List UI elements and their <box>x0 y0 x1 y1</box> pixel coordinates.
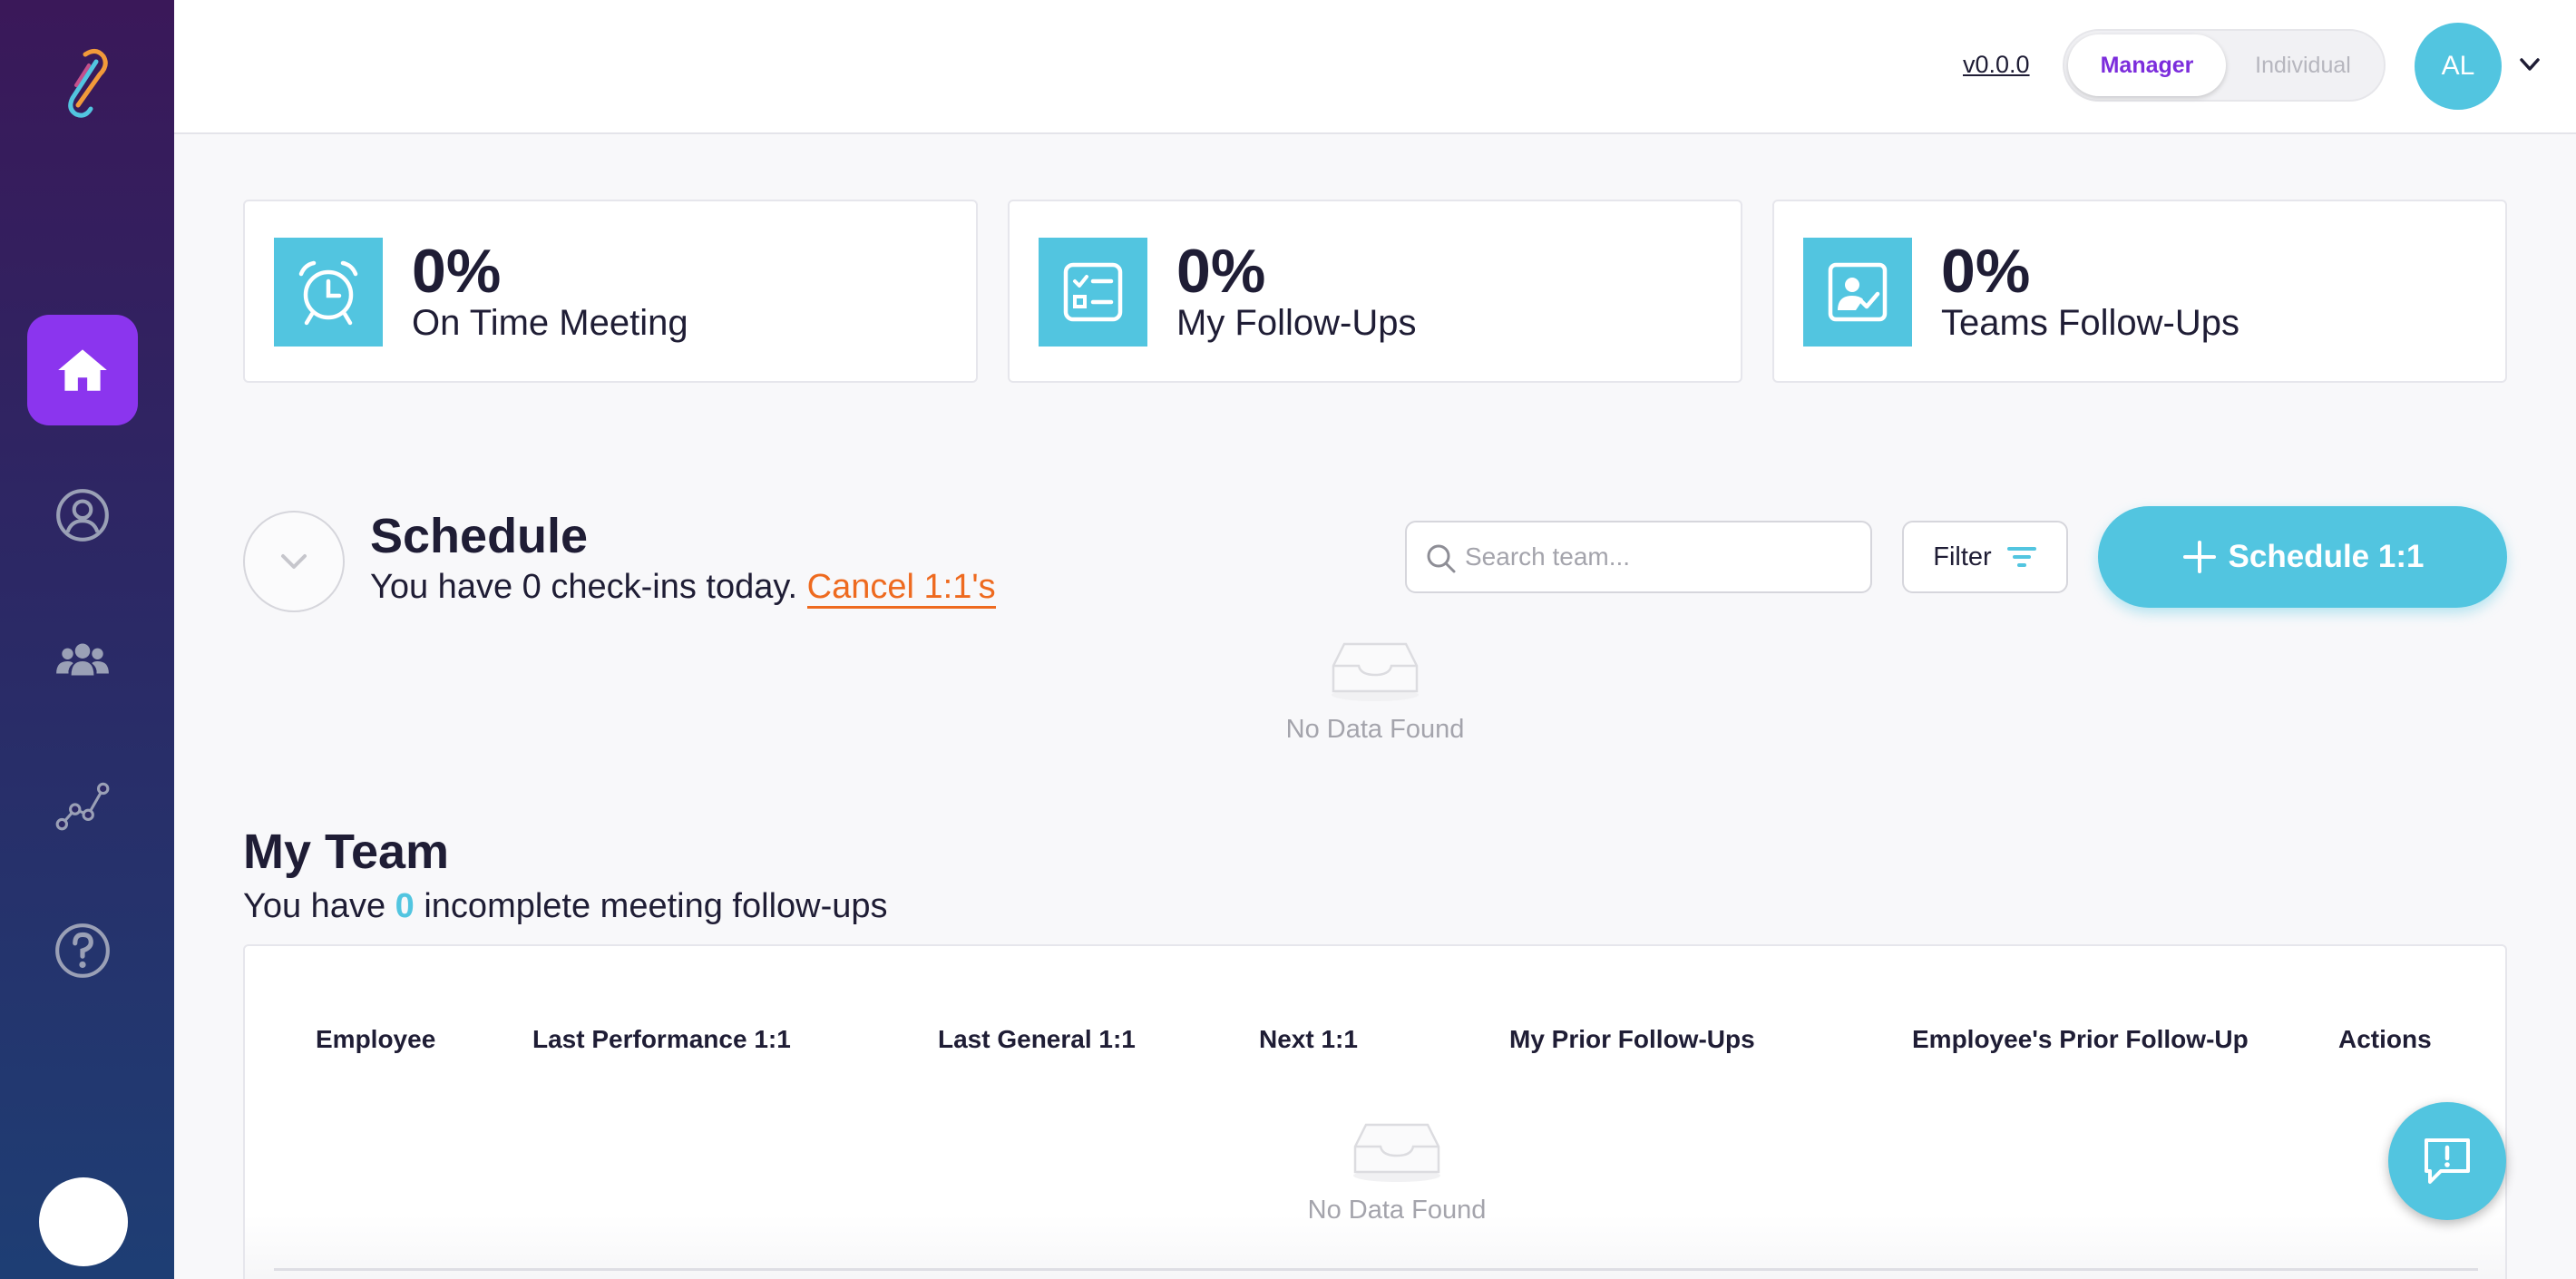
manager-toggle-button[interactable]: Manager <box>2068 34 2226 96</box>
chevron-down-icon <box>281 554 307 569</box>
incomplete-count: 0 <box>395 887 415 925</box>
column-header-actions[interactable]: Actions <box>2338 1025 2432 1054</box>
search-input[interactable] <box>1465 522 1855 591</box>
app-logo-icon[interactable] <box>53 45 122 123</box>
column-header-my-prior-follow-ups[interactable]: My Prior Follow-Ups <box>1509 1025 1755 1054</box>
schedule-checkins-text: You have 0 check-ins today. <box>370 568 798 606</box>
home-icon <box>58 349 107 391</box>
filter-label: Filter <box>1933 542 1992 571</box>
nav-help[interactable] <box>27 895 138 1006</box>
schedule-title: Schedule <box>370 509 589 563</box>
alarm-clock-icon <box>274 238 383 347</box>
schedule-1on1-button[interactable]: Schedule 1:1 <box>2098 506 2507 608</box>
empty-state-text: No Data Found <box>1285 715 1465 744</box>
cancel-1on1-link[interactable]: Cancel 1:1's <box>806 568 996 609</box>
schedule-button-label: Schedule 1:1 <box>2228 539 2425 574</box>
role-toggle: Manager Individual <box>2063 29 2386 102</box>
chat-alert-icon <box>2425 1138 2470 1184</box>
team-check-icon <box>1803 238 1912 347</box>
plus-icon <box>2182 541 2216 573</box>
team-subtitle: You have 0 incomplete meeting follow-ups <box>243 887 888 926</box>
stat-label: On Time Meeting <box>412 303 688 343</box>
user-icon <box>56 489 109 542</box>
chevron-down-icon[interactable] <box>2518 53 2542 76</box>
stat-card-my-follow-ups: 0% My Follow-Ups <box>1008 200 1742 383</box>
stat-label: My Follow-Ups <box>1176 303 1417 343</box>
sidebar-avatar[interactable] <box>39 1177 128 1266</box>
stat-label: Teams Follow-Ups <box>1941 303 2239 343</box>
empty-inbox-icon <box>1332 642 1419 701</box>
nav-home[interactable] <box>27 315 138 425</box>
column-header-last-general[interactable]: Last General 1:1 <box>938 1025 1136 1054</box>
schedule-subtitle: You have 0 check-ins today. Cancel 1:1's <box>370 568 996 609</box>
empty-inbox-icon <box>1353 1123 1440 1182</box>
stat-card-teams-follow-ups: 0% Teams Follow-Ups <box>1772 200 2507 383</box>
team-subtitle-prefix: You have <box>243 887 386 925</box>
feedback-chat-button[interactable] <box>2388 1102 2506 1220</box>
filter-button[interactable]: Filter <box>1902 521 2068 593</box>
nav-analytics[interactable] <box>27 750 138 861</box>
column-header-employee[interactable]: Employee <box>316 1025 435 1054</box>
column-header-next[interactable]: Next 1:1 <box>1259 1025 1358 1054</box>
stat-value: 0% <box>412 237 502 306</box>
team-empty-state: No Data Found <box>1261 1112 1533 1225</box>
sidebar <box>0 0 174 1279</box>
table-divider <box>274 1268 2478 1271</box>
nav-profile[interactable] <box>27 460 138 571</box>
stat-value: 0% <box>1941 237 2031 306</box>
team-subtitle-suffix: incomplete meeting follow-ups <box>424 887 888 925</box>
nav-team[interactable] <box>27 605 138 716</box>
schedule-empty-state: No Data Found <box>1239 631 1511 745</box>
stat-card-on-time: 0% On Time Meeting <box>243 200 978 383</box>
analytics-icon <box>55 782 110 831</box>
filter-icon <box>2006 547 2036 567</box>
search-icon <box>1427 544 1456 573</box>
column-header-employee-prior-follow-up[interactable]: Employee's Prior Follow-Up <box>1912 1025 2249 1054</box>
user-avatar[interactable]: AL <box>2415 23 2502 110</box>
users-icon <box>56 643 109 676</box>
schedule-collapse-button[interactable] <box>243 511 345 612</box>
individual-toggle-button[interactable]: Individual <box>2224 34 2382 96</box>
column-header-last-performance[interactable]: Last Performance 1:1 <box>532 1025 791 1054</box>
version-link[interactable]: v0.0.0 <box>1963 51 2030 79</box>
team-title: My Team <box>243 825 450 879</box>
team-search <box>1405 521 1872 593</box>
help-icon <box>55 923 110 978</box>
checklist-icon <box>1039 238 1147 347</box>
stat-value: 0% <box>1176 237 1266 306</box>
